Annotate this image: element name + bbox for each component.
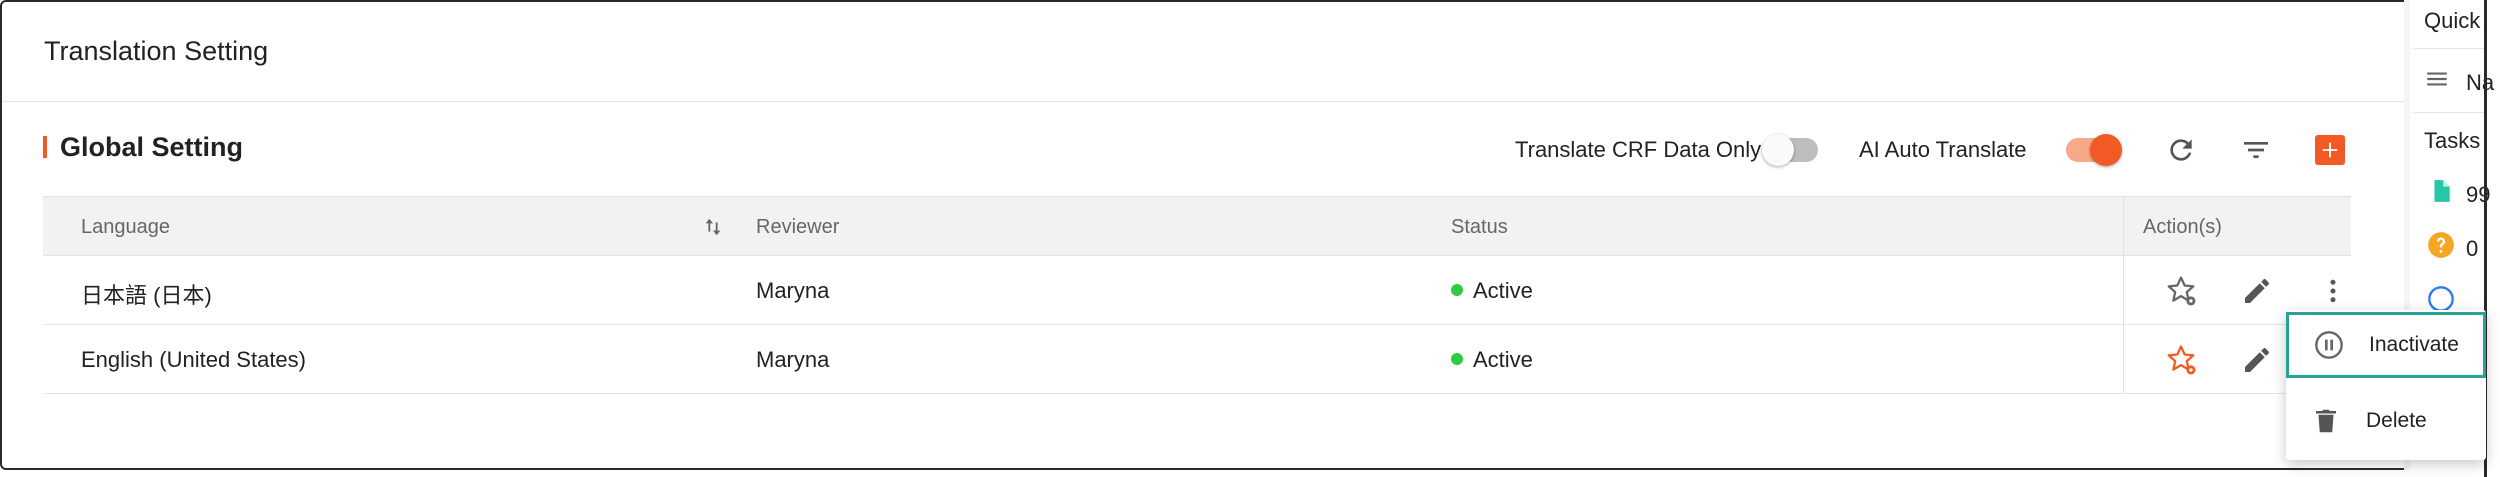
- pencil-icon: [2245, 278, 2270, 303]
- action-column-divider: [2123, 196, 2124, 393]
- translate-crf-label: Translate CRF Data Only: [1515, 137, 1762, 162]
- ai-auto-translate-toggle[interactable]: [2066, 134, 2122, 166]
- side-divider: [2414, 112, 2484, 113]
- status-text: Active: [1473, 278, 1533, 303]
- table-row: 日本語 (日本) Maryna Active: [43, 256, 2351, 325]
- menu-item-inactivate[interactable]: Inactivate: [2286, 312, 2486, 378]
- quick-panel-title: Quick: [2424, 8, 2481, 33]
- cell-reviewer: Maryna: [756, 278, 830, 303]
- edit-button[interactable]: [2239, 273, 2275, 309]
- more-options-button[interactable]: [2315, 273, 2351, 309]
- refresh-button[interactable]: [2161, 130, 2201, 170]
- question-circle-icon: [2428, 232, 2454, 258]
- nav-label: Na: [2466, 70, 2495, 95]
- translation-setting-panel: Translation Setting Global Setting Trans…: [0, 0, 2410, 470]
- nav-menu-button[interactable]: [2422, 64, 2452, 94]
- menu-item-delete[interactable]: Delete: [2286, 388, 2486, 454]
- table-header: Language Reviewer Status Action(s): [43, 196, 2351, 256]
- star-gear-icon: [2167, 276, 2196, 306]
- edit-button[interactable]: [2239, 342, 2275, 378]
- toggle-knob: [1762, 134, 1794, 166]
- page-title: Translation Setting: [44, 36, 269, 66]
- status-text: Active: [1473, 347, 1533, 372]
- task-count-queries: 0: [2466, 236, 2479, 261]
- trash-icon: [2308, 403, 2344, 439]
- set-default-button[interactable]: [2163, 273, 2199, 309]
- header-reviewer: Reviewer: [756, 216, 840, 238]
- pencil-icon: [2245, 347, 2270, 372]
- cell-status: Active: [1451, 278, 1533, 304]
- status-dot: [1451, 353, 1463, 366]
- star-gear-icon: [2167, 345, 2196, 375]
- side-divider: [2414, 48, 2484, 49]
- menu-item-label: Inactivate: [2369, 333, 2459, 356]
- menu-item-label: Delete: [2366, 409, 2427, 432]
- document-task[interactable]: [2426, 176, 2456, 206]
- cell-language: 日本語 (日本): [81, 283, 212, 308]
- sort-icon: [705, 218, 721, 236]
- query-task[interactable]: [2426, 230, 2456, 260]
- cell-status: Active: [1451, 347, 1533, 373]
- header-actions: Action(s): [2143, 216, 2222, 238]
- more-vertical-icon: [2330, 279, 2336, 303]
- tasks-label: Tasks: [2424, 128, 2481, 153]
- sort-language-button[interactable]: [693, 207, 733, 247]
- filter-icon: [2244, 142, 2268, 158]
- section-title: Global Setting: [60, 132, 244, 162]
- cell-language: English (United States): [81, 347, 306, 372]
- toggle-knob: [2090, 134, 2122, 166]
- header-language: Language: [81, 216, 170, 238]
- cell-reviewer: Maryna: [756, 347, 830, 372]
- filter-button[interactable]: [2236, 130, 2276, 170]
- ai-auto-translate-label: AI Auto Translate: [1859, 137, 2027, 162]
- table-row: English (United States) Maryna Active: [43, 325, 2351, 394]
- header-status: Status: [1451, 216, 1508, 238]
- add-language-button[interactable]: [2315, 135, 2345, 165]
- default-language-button[interactable]: [2163, 342, 2199, 378]
- translate-crf-toggle[interactable]: [1762, 134, 1818, 166]
- add-icon: [2322, 142, 2338, 158]
- page-header: Translation Setting: [2, 2, 2408, 102]
- pause-circle-icon: [2311, 327, 2347, 363]
- status-dot: [1451, 284, 1463, 297]
- info-circle-icon: [2428, 286, 2454, 312]
- document-icon: [2434, 180, 2450, 202]
- refresh-icon: [2170, 139, 2192, 161]
- row-actions-menu: Inactivate Delete: [2286, 310, 2486, 460]
- section-accent-bar: [43, 136, 47, 158]
- hamburger-icon: [2427, 72, 2447, 86]
- language-table: Language Reviewer Status Action(s) 日本語 (…: [43, 196, 2351, 394]
